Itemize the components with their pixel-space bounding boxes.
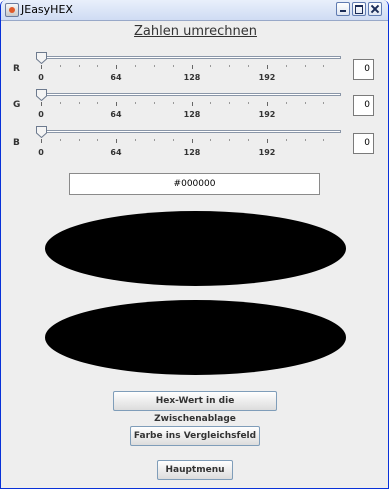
title-bar[interactable]: JEasyHEX <box>1 0 388 21</box>
main-menu-button[interactable]: Hauptmenu <box>157 460 233 480</box>
slider-tick <box>97 139 99 141</box>
blue-tick-label-192: 192 <box>258 148 276 157</box>
blue-label: B <box>13 138 20 148</box>
slider-tick <box>172 139 174 141</box>
slider-tick <box>59 102 61 104</box>
slider-tick <box>248 139 250 141</box>
slider-tick <box>97 65 99 67</box>
compare-button[interactable]: Farbe ins Vergleichsfeld <box>130 426 260 446</box>
blue-slider-ticks <box>41 139 341 143</box>
slider-tick <box>78 102 80 104</box>
slider-tick <box>116 102 118 106</box>
slider-tick <box>210 102 212 104</box>
slider-tick <box>97 102 99 104</box>
red-tick-label-64: 64 <box>110 73 122 82</box>
slider-tick <box>229 139 231 141</box>
page-title: Zahlen umrechnen <box>134 24 257 39</box>
slider-tick <box>266 139 268 143</box>
hex-value-field[interactable]: #000000 <box>69 173 320 195</box>
slider-tick <box>248 65 250 67</box>
slider-tick <box>304 139 306 141</box>
slider-tick <box>116 139 118 143</box>
maximize-icon[interactable] <box>352 2 366 16</box>
slider-tick <box>153 65 155 67</box>
green-slider-track[interactable] <box>40 93 341 96</box>
window-title: JEasyHEX <box>21 3 73 16</box>
red-slider-track[interactable] <box>40 56 341 59</box>
copy-hex-button[interactable]: Hex-Wert in die Zwischenablage <box>113 391 277 424</box>
slider-tick <box>41 65 42 69</box>
slider-tick <box>285 139 287 141</box>
slider-tick <box>210 65 212 67</box>
blue-tick-label-64: 64 <box>110 148 122 157</box>
slider-tick <box>229 102 231 104</box>
slider-tick <box>191 102 193 106</box>
slider-tick <box>59 65 61 67</box>
slider-tick <box>210 139 212 141</box>
color-preview <box>45 211 346 286</box>
slider-tick <box>116 65 118 69</box>
slider-tick <box>172 65 174 67</box>
close-icon[interactable] <box>368 2 382 16</box>
slider-tick <box>78 65 80 67</box>
java-cup-icon <box>5 3 19 17</box>
slider-tick <box>323 102 325 104</box>
slider-tick <box>304 102 306 104</box>
slider-tick <box>135 139 137 141</box>
app-window: JEasyHEX Zahlen umrechnen R 0 64 128 192… <box>0 0 389 489</box>
slider-tick <box>172 102 174 104</box>
blue-tick-label-0: 0 <box>38 148 44 157</box>
red-tick-label-0: 0 <box>38 73 44 82</box>
slider-tick <box>135 102 137 104</box>
blue-slider-track[interactable] <box>40 130 341 133</box>
slider-tick <box>323 65 325 67</box>
slider-tick <box>135 65 137 67</box>
green-value-field[interactable]: 0 <box>353 95 374 116</box>
green-tick-label-64: 64 <box>110 110 122 119</box>
slider-tick <box>304 65 306 67</box>
slider-tick <box>285 102 287 104</box>
red-slider-thumb[interactable] <box>36 52 47 64</box>
red-tick-label-192: 192 <box>258 73 276 82</box>
minimize-icon[interactable] <box>336 2 350 16</box>
compare-preview <box>45 300 346 375</box>
slider-tick <box>41 139 42 143</box>
slider-tick <box>323 139 325 141</box>
green-tick-label-192: 192 <box>258 110 276 119</box>
red-label: R <box>13 64 20 74</box>
slider-tick <box>153 139 155 141</box>
green-tick-label-0: 0 <box>38 110 44 119</box>
green-tick-label-128: 128 <box>183 110 201 119</box>
green-slider-ticks <box>41 102 341 106</box>
slider-tick <box>266 65 268 69</box>
green-slider-thumb[interactable] <box>36 89 47 101</box>
slider-tick <box>191 139 193 143</box>
slider-tick <box>285 65 287 67</box>
slider-tick <box>78 139 80 141</box>
red-tick-label-128: 128 <box>183 73 201 82</box>
slider-tick <box>59 139 61 141</box>
blue-slider-thumb[interactable] <box>36 126 47 138</box>
slider-tick <box>191 65 193 69</box>
slider-tick <box>248 102 250 104</box>
red-slider-ticks <box>41 65 341 69</box>
slider-tick <box>41 102 42 106</box>
slider-tick <box>153 102 155 104</box>
slider-tick <box>229 65 231 67</box>
green-label: G <box>13 100 21 110</box>
blue-tick-label-128: 128 <box>183 148 201 157</box>
slider-tick <box>266 102 268 106</box>
blue-value-field[interactable]: 0 <box>353 133 374 154</box>
red-value-field[interactable]: 0 <box>353 59 374 80</box>
